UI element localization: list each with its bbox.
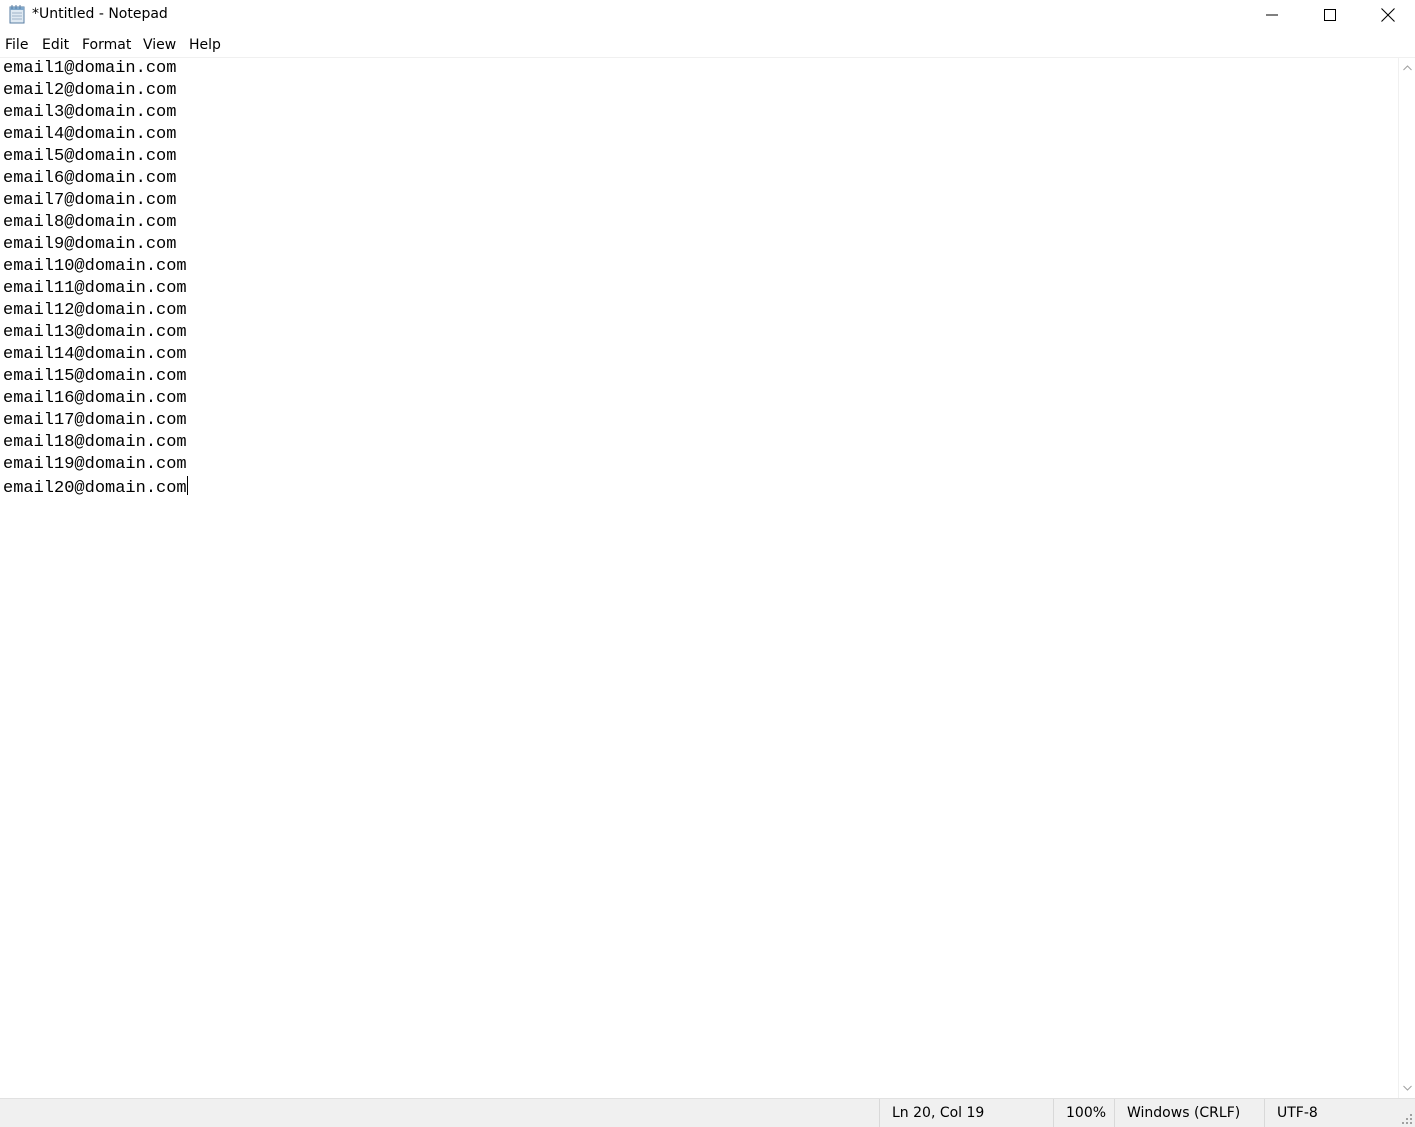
zoom-level-text: 100% (1066, 1105, 1107, 1121)
close-icon (1381, 8, 1395, 22)
status-zoom: 100% (1053, 1099, 1114, 1127)
status-encoding: UTF-8 (1264, 1099, 1398, 1127)
minimize-button[interactable] (1243, 0, 1301, 30)
menu-file[interactable]: File (5, 36, 28, 54)
text-line: email2@domain.com (3, 81, 177, 100)
text-line: email6@domain.com (3, 169, 177, 188)
encoding-text: UTF-8 (1277, 1105, 1318, 1121)
text-line: email9@domain.com (3, 235, 177, 254)
text-line: email10@domain.com (3, 257, 187, 276)
text-line: email5@domain.com (3, 147, 177, 166)
menu-edit[interactable]: Edit (42, 36, 69, 54)
menu-help[interactable]: Help (189, 36, 221, 54)
text-line: email3@domain.com (3, 103, 177, 122)
text-line: email17@domain.com (3, 411, 187, 430)
text-line-current: email20@domain.com (3, 476, 188, 498)
maximize-icon (1324, 9, 1336, 21)
scroll-down-arrow-icon[interactable] (1402, 1079, 1413, 1096)
text-line: email1@domain.com (3, 59, 177, 78)
line-ending-text: Windows (CRLF) (1127, 1105, 1241, 1121)
minimize-icon (1266, 14, 1278, 16)
status-bar: Ln 20, Col 19 100% Windows (CRLF) UTF-8 (0, 1098, 1415, 1127)
text-line: email11@domain.com (3, 279, 187, 298)
text-line: email16@domain.com (3, 389, 187, 408)
menu-format[interactable]: Format (82, 36, 131, 54)
text-line: email12@domain.com (3, 301, 187, 320)
menu-view[interactable]: View (143, 36, 176, 54)
text-lines: email1@domain.com email2@domain.com emai… (3, 58, 188, 498)
resize-grip-icon[interactable] (1401, 1113, 1413, 1125)
scroll-up-arrow-icon[interactable] (1402, 60, 1413, 77)
title-bar[interactable]: *Untitled - Notepad (0, 0, 1415, 30)
cursor-position-text: Ln 20, Col 19 (892, 1105, 985, 1121)
text-caret (186, 476, 188, 495)
notepad-icon[interactable] (8, 4, 26, 24)
vertical-scrollbar[interactable] (1398, 58, 1415, 1098)
menu-bar: File Edit Format View Help (0, 34, 1415, 56)
text-line: email18@domain.com (3, 433, 187, 452)
maximize-button[interactable] (1301, 0, 1359, 30)
text-line: email4@domain.com (3, 125, 177, 144)
window-title: *Untitled - Notepad (32, 6, 168, 22)
text-line: email20@domain.com (3, 479, 187, 498)
status-cursor-position: Ln 20, Col 19 (879, 1099, 1054, 1127)
text-line: email8@domain.com (3, 213, 177, 232)
text-editor[interactable]: email1@domain.com email2@domain.com emai… (0, 58, 1398, 1098)
text-line: email19@domain.com (3, 455, 187, 474)
close-button[interactable] (1359, 0, 1415, 30)
status-line-ending: Windows (CRLF) (1114, 1099, 1264, 1127)
text-line: email14@domain.com (3, 345, 187, 364)
notepad-window: *Untitled - Notepad File Edit Format Vie… (0, 0, 1415, 1127)
text-line: email13@domain.com (3, 323, 187, 342)
text-line: email7@domain.com (3, 191, 177, 210)
text-line: email15@domain.com (3, 367, 187, 386)
